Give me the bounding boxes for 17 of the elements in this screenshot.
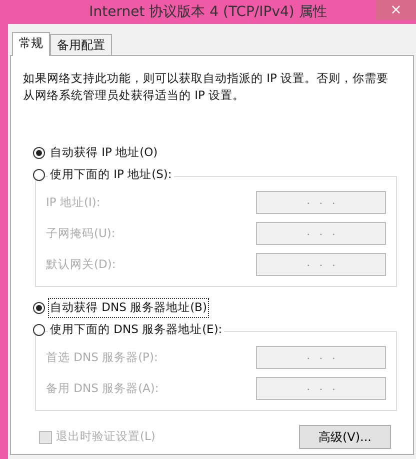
radio-button[interactable] [33,147,45,159]
window-title: Internet 协议版本 4 (TCP/IPv4) 属性 [89,2,327,22]
radio-label[interactable]: 自动获得 DNS 服务器地址(B) [48,298,209,318]
field-label: 子网掩码(U): [46,224,116,242]
radio-label[interactable]: 自动获得 IP 地址(O) [48,143,160,163]
radio-button[interactable] [33,324,45,336]
tab[interactable]: 常规 [12,32,50,56]
field-label: 备用 DNS 服务器(A): [46,380,159,397]
radio-button[interactable] [33,169,45,181]
description-text: 如果网络支持此功能，则可以获取自动指派的 IP 设置。否则，你需要从网络系统管理员处获得适当的 IP 设置。 [23,70,390,104]
advanced-button[interactable]: 高级(V)... [299,425,391,449]
radio-button[interactable] [33,302,45,314]
field-label: 默认网关(D): [46,256,116,273]
tab[interactable]: 备用配置 [50,34,112,55]
checkbox-label: 退出时验证设置(L) [56,428,156,446]
field-label: IP 地址(I): [46,194,100,211]
field-label: 首选 DNS 服务器(P): [46,348,158,366]
